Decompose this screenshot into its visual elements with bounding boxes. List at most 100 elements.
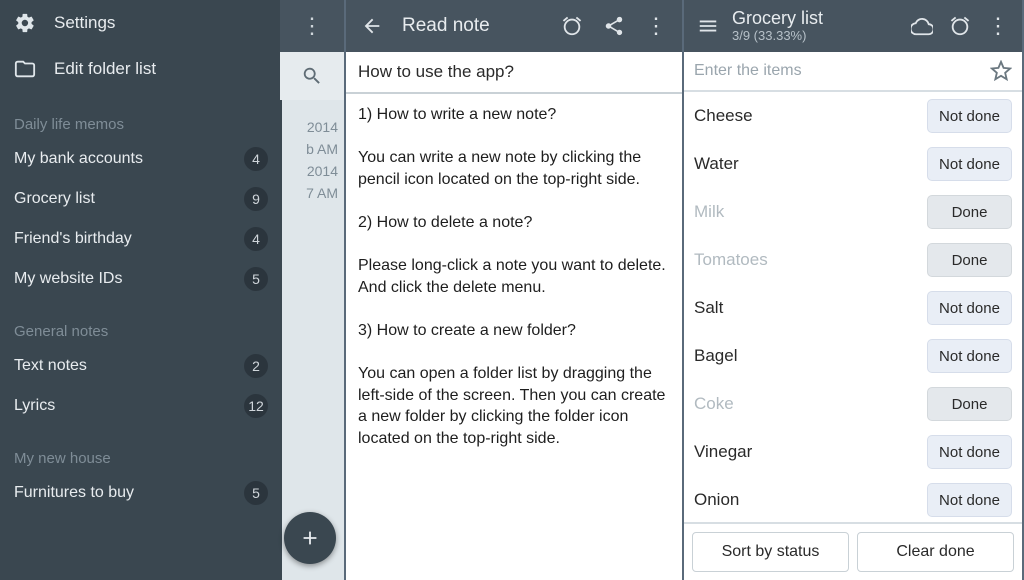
grocery-title: Grocery list — [732, 9, 902, 28]
panel-grocery-list: Grocery list 3/9 (33.33%) ⋮ Cheese Not do… — [684, 0, 1024, 580]
grocery-item-name: Water — [694, 154, 739, 174]
folder-row[interactable]: Furnitures to buy 5 — [0, 473, 282, 513]
grocery-item[interactable]: Water Not done — [684, 140, 1022, 188]
folder-row[interactable]: Lyrics 12 — [0, 386, 282, 426]
folder-count-badge: 12 — [244, 394, 268, 418]
folder-row[interactable]: My website IDs 5 — [0, 259, 282, 299]
alarm-icon — [949, 15, 971, 37]
grocery-item-status-button[interactable]: Done — [927, 243, 1012, 277]
panel-drawer: Settings Edit folder list Daily life mem… — [0, 0, 346, 580]
folder-count-badge: 5 — [244, 481, 268, 505]
folder-category-header: General notes — [0, 299, 282, 346]
peek-dates: 2014b AM20147 AM — [306, 116, 338, 204]
grocery-item-status-button[interactable]: Not done — [927, 291, 1012, 325]
grocery-item-name: Coke — [694, 394, 734, 414]
grocery-header: Grocery list 3/9 (33.33%) ⋮ — [684, 0, 1022, 52]
folder-count-badge: 4 — [244, 227, 268, 251]
folder-category-header: Daily life memos — [0, 92, 282, 139]
folder-name: My bank accounts — [14, 150, 143, 168]
gear-icon — [14, 12, 36, 34]
grocery-item[interactable]: Vinegar Not done — [684, 428, 1022, 476]
edit-folder-label: Edit folder list — [54, 59, 156, 79]
share-icon — [603, 15, 625, 37]
alarm-button[interactable] — [554, 8, 590, 44]
folder-count-badge: 2 — [244, 354, 268, 378]
panel-read-note: Read note ⋮ How to use the app? 1) How t… — [346, 0, 684, 580]
peek-overflow[interactable]: ⋮ — [280, 0, 344, 52]
grocery-item-name: Onion — [694, 490, 739, 510]
grocery-item-status-button[interactable]: Not done — [927, 435, 1012, 469]
more-icon: ⋮ — [301, 13, 323, 39]
folder-category-header: My new house — [0, 426, 282, 473]
hamburger-icon — [697, 15, 719, 37]
grocery-item[interactable]: Bagel Not done — [684, 332, 1022, 380]
folder-count-badge: 4 — [244, 147, 268, 171]
grocery-item[interactable]: Salt Not done — [684, 284, 1022, 332]
grocery-item[interactable]: Onion Not done — [684, 476, 1022, 522]
grocery-item-status-button[interactable]: Not done — [927, 339, 1012, 373]
folder-name: Lyrics — [14, 397, 55, 415]
grocery-item[interactable]: Tomatoes Done — [684, 236, 1022, 284]
folder-row[interactable]: Grocery list 9 — [0, 179, 282, 219]
grocery-item-status-button[interactable]: Not done — [927, 483, 1012, 517]
folder-icon — [14, 58, 36, 80]
grocery-item-name: Tomatoes — [694, 250, 768, 270]
grocery-item-name: Bagel — [694, 346, 737, 366]
grocery-item-name: Milk — [694, 202, 724, 222]
folder-row[interactable]: Friend's birthday 4 — [0, 219, 282, 259]
grocery-item[interactable]: Coke Done — [684, 380, 1022, 428]
add-note-fab[interactable] — [284, 512, 336, 564]
arrow-left-icon — [361, 15, 383, 37]
alarm-button-c[interactable] — [942, 8, 978, 44]
settings-row[interactable]: Settings — [0, 0, 282, 46]
note-title: How to use the app? — [346, 52, 682, 94]
settings-label: Settings — [54, 13, 115, 33]
overflow-button-c[interactable]: ⋮ — [980, 8, 1016, 44]
folder-name: Grocery list — [14, 190, 95, 208]
grocery-item[interactable]: Milk Done — [684, 188, 1022, 236]
folder-name: Text notes — [14, 357, 87, 375]
grocery-item-name: Vinegar — [694, 442, 752, 462]
folder-count-badge: 5 — [244, 267, 268, 291]
edit-folder-row[interactable]: Edit folder list — [0, 46, 282, 92]
alarm-icon — [561, 15, 583, 37]
search-icon — [301, 65, 323, 87]
grocery-item-name: Cheese — [694, 106, 753, 126]
more-icon: ⋮ — [987, 13, 1009, 39]
note-body: 1) How to write a new note? You can writ… — [346, 94, 682, 580]
grocery-items-list[interactable]: CheeseNot doneWaterNot doneMilkDoneTomat… — [684, 92, 1022, 522]
back-button[interactable] — [354, 8, 390, 44]
grocery-bottom-bar: Sort by status Clear done — [684, 522, 1022, 580]
drawer: Settings Edit folder list Daily life mem… — [0, 0, 282, 580]
grocery-item-status-button[interactable]: Not done — [927, 99, 1012, 133]
share-button[interactable] — [596, 8, 632, 44]
peek-search-button[interactable] — [280, 52, 344, 100]
more-icon: ⋮ — [645, 13, 667, 39]
folder-row[interactable]: My bank accounts 4 — [0, 139, 282, 179]
favorite-toggle[interactable] — [990, 60, 1012, 82]
folder-count-badge: 9 — [244, 187, 268, 211]
folder-name: Friend's birthday — [14, 230, 132, 248]
folder-row[interactable]: Text notes 2 — [0, 346, 282, 386]
drawer-peek: ⋮ 2014b AM20147 AM — [282, 0, 344, 580]
plus-icon — [299, 527, 321, 549]
grocery-item-name: Salt — [694, 298, 723, 318]
grocery-item-status-button[interactable]: Not done — [927, 147, 1012, 181]
read-note-header: Read note ⋮ — [346, 0, 682, 52]
sort-by-status-button[interactable]: Sort by status — [692, 532, 849, 572]
grocery-item-status-button[interactable]: Done — [927, 387, 1012, 421]
enter-items-row — [684, 52, 1022, 92]
menu-button[interactable] — [690, 8, 726, 44]
overflow-button[interactable]: ⋮ — [638, 8, 674, 44]
folder-name: Furnitures to buy — [14, 484, 134, 502]
folder-name: My website IDs — [14, 270, 122, 288]
grocery-title-block: Grocery list 3/9 (33.33%) — [728, 9, 902, 43]
cloud-button[interactable] — [904, 8, 940, 44]
clear-done-button[interactable]: Clear done — [857, 532, 1014, 572]
grocery-item-status-button[interactable]: Done — [927, 195, 1012, 229]
read-note-title: Read note — [396, 15, 548, 37]
grocery-item[interactable]: Cheese Not done — [684, 92, 1022, 140]
enter-items-input[interactable] — [694, 62, 990, 80]
cloud-icon — [911, 15, 933, 37]
grocery-subtitle: 3/9 (33.33%) — [732, 28, 902, 43]
